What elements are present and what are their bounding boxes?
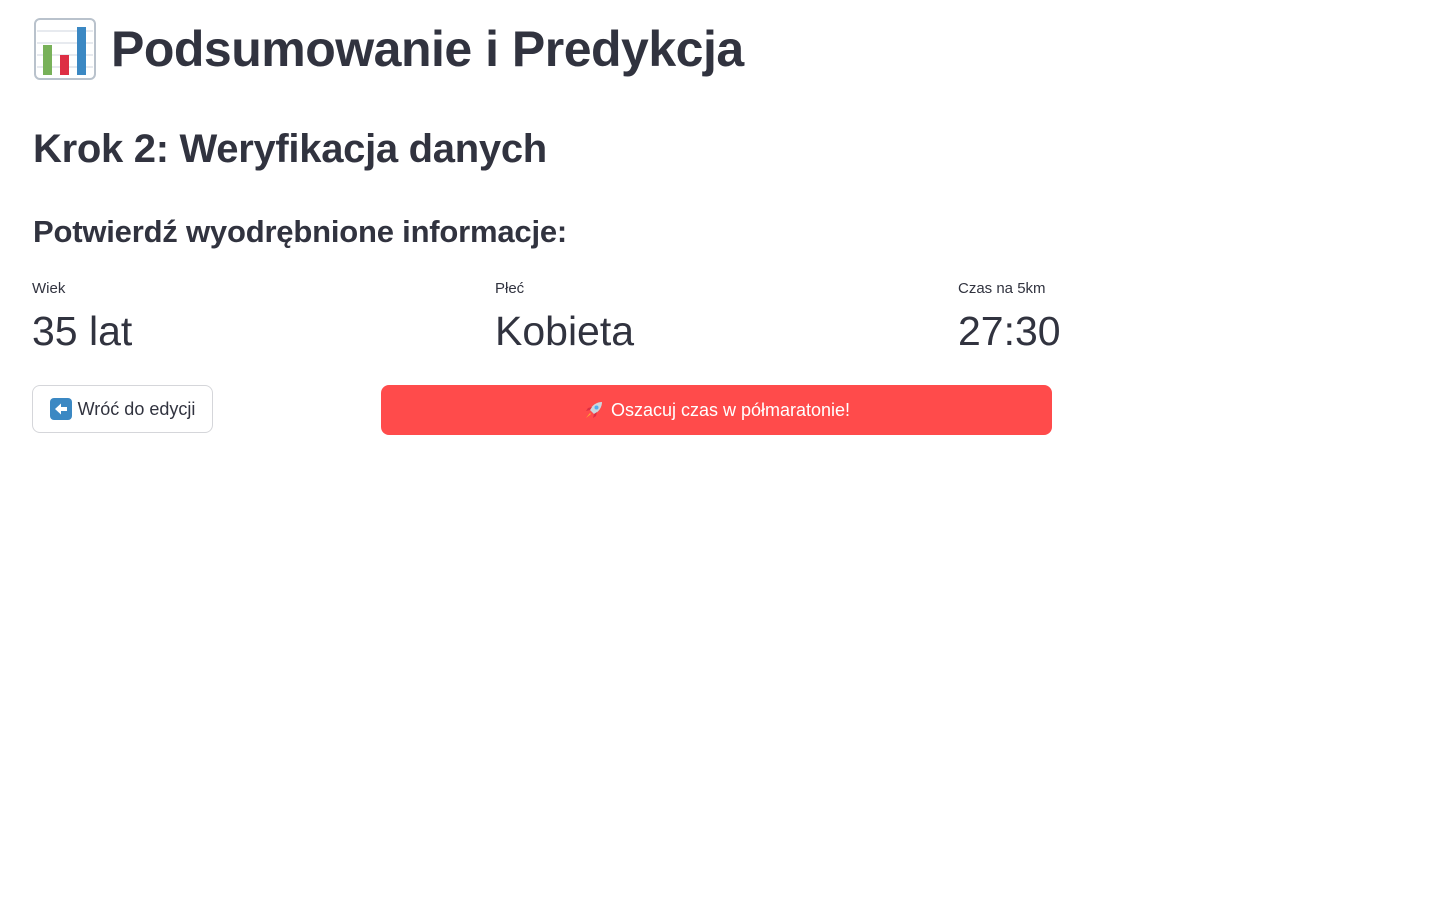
- metric-age: Wiek 35 lat: [32, 279, 132, 357]
- app-page: Podsumowanie i Predykcja Krok 2: Weryfik…: [0, 0, 1442, 919]
- metric-value: 27:30: [958, 308, 1061, 354]
- metric-gender: Płeć Kobieta: [495, 279, 634, 357]
- bar-chart-icon: [34, 18, 96, 80]
- metric-label: Wiek: [32, 280, 66, 297]
- section-heading: Potwierdź wyodrębnione informacje:: [33, 214, 568, 249]
- metric-label: Czas na 5km: [958, 280, 1046, 297]
- metric-label: Płeć: [495, 280, 525, 297]
- metric-5km-time: Czas na 5km 27:30: [958, 279, 1061, 357]
- rocket-icon: [585, 402, 602, 418]
- left-arrow-icon: [49, 398, 72, 420]
- metric-value: Kobieta: [495, 308, 635, 354]
- metric-value: 35 lat: [32, 308, 133, 354]
- predict-button-label: Oszacuj czas w półmaratonie!: [610, 399, 851, 420]
- step-heading: Krok 2: Weryfikacja danych: [33, 127, 547, 171]
- title-row: Podsumowanie i Predykcja: [33, 16, 744, 82]
- back-to-edit-button[interactable]: Wróć do edycji: [32, 385, 213, 433]
- predict-button[interactable]: Oszacuj czas w półmaratonie!: [381, 385, 1052, 435]
- page-title: Podsumowanie i Predykcja: [111, 21, 744, 77]
- back-button-label: Wróć do edycji: [77, 398, 196, 419]
